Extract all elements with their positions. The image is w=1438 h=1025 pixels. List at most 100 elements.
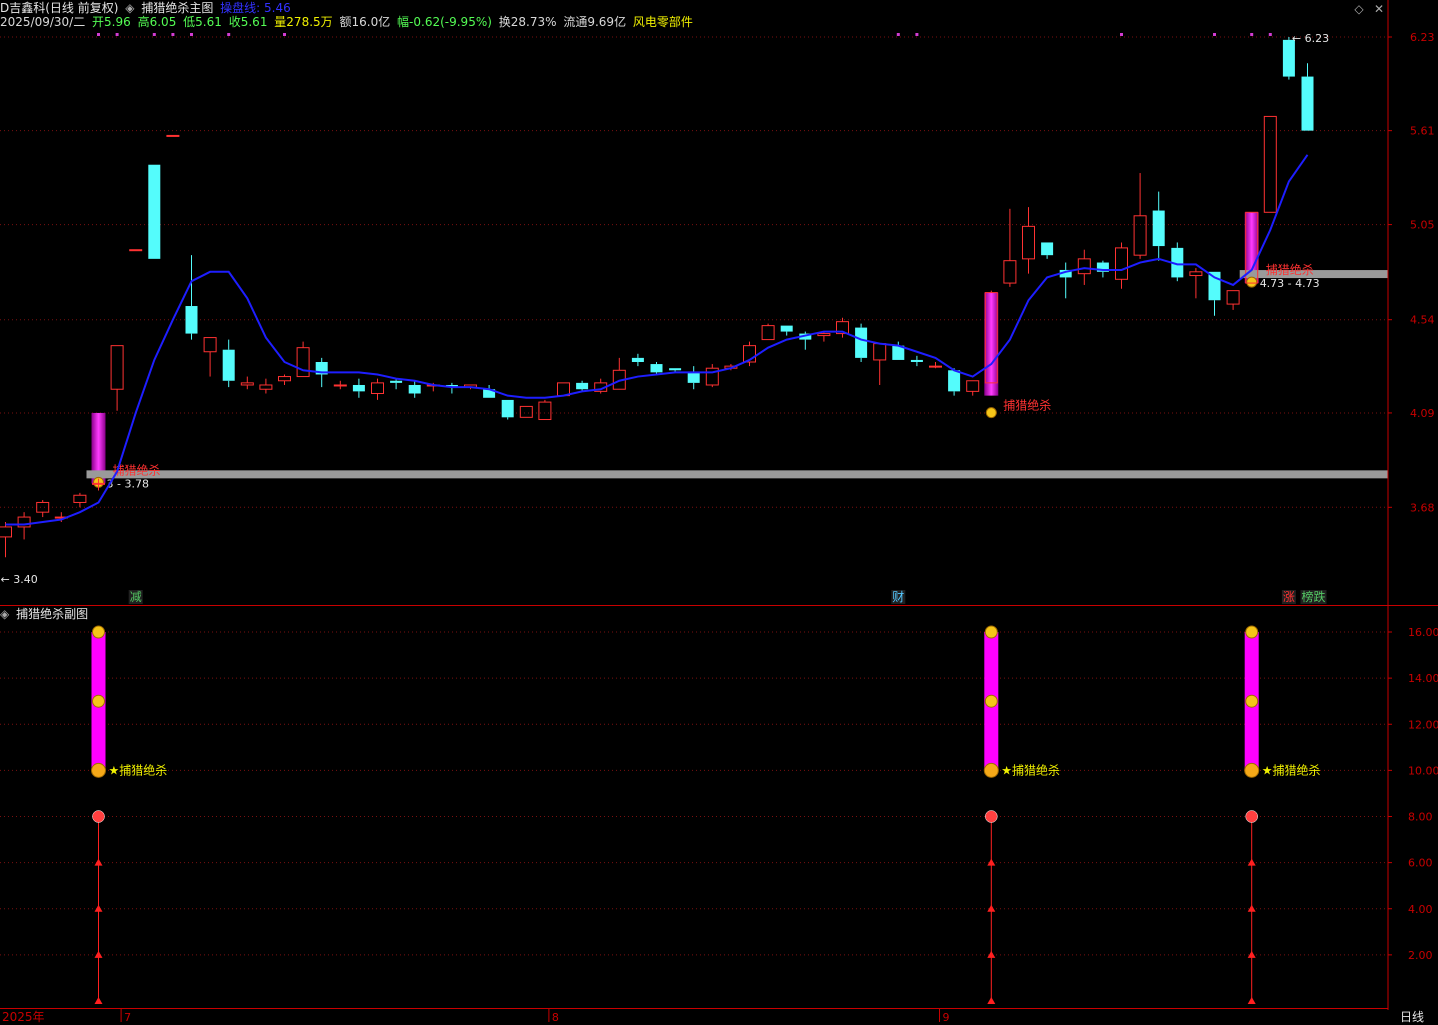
signal-label: 捕猎绝杀 (1003, 398, 1051, 413)
signal-bars (91, 212, 1259, 484)
ma-polyline (5, 154, 1309, 526)
money-bag-icon (984, 694, 998, 708)
candle-body (929, 365, 942, 368)
money-bag-icon (92, 625, 105, 639)
sub-arrow (1247, 997, 1256, 1004)
sub-signal-label: ★捕猎绝杀 (1001, 762, 1060, 777)
candle-body (390, 380, 403, 383)
candle-body (222, 349, 235, 381)
chart-labels: ← 6.23 ← 3.40 减 财 涨榜跌 (1, 32, 1329, 604)
event-tag: 榜跌 (1302, 589, 1326, 604)
sub-red-marker (92, 810, 105, 823)
candle-body (576, 382, 589, 390)
top-marker-dot (115, 33, 119, 36)
sub-tick-label: 14.00 (1408, 672, 1438, 685)
candles (0, 37, 1314, 558)
up-chevron-icon (983, 762, 999, 778)
candle-body (1152, 210, 1165, 247)
candle-body (687, 372, 700, 383)
candle-body (203, 337, 217, 353)
sub-tick-label: 16.00 (1408, 626, 1438, 639)
candle-body (669, 368, 682, 371)
sub-red-marker (985, 810, 998, 823)
candle-body (408, 384, 421, 394)
main-tick-label: 4.09 (1410, 407, 1435, 420)
top-marker-dot (1120, 33, 1123, 36)
x-tick-label: 7 (124, 1011, 131, 1024)
sub-arrow (94, 997, 103, 1004)
candle-body (1115, 247, 1128, 280)
top-marker-dot (97, 33, 100, 36)
candle-body (352, 384, 365, 392)
candle-body (1226, 290, 1240, 305)
candle-body (855, 327, 868, 358)
event-tag: 财 (892, 590, 904, 604)
sub-arrow (94, 858, 103, 866)
top-marker-dot (1268, 33, 1272, 36)
sub-tick-label: 12.00 (1408, 718, 1438, 731)
candle-body (1282, 39, 1295, 77)
top-marker-dot (896, 33, 900, 36)
money-bag-icon (984, 625, 998, 639)
sub-signal-label: ★捕猎绝杀 (1262, 762, 1321, 777)
top-marker-dot (152, 33, 156, 36)
candle-body (1003, 260, 1017, 284)
candle-body (501, 399, 514, 418)
sub-arrow (94, 950, 103, 958)
candle-body (817, 333, 831, 337)
candle-body (333, 384, 347, 387)
support-line (86, 470, 1388, 479)
candle-body (36, 501, 50, 513)
candle-body (185, 306, 198, 334)
sub-tick-label: 6.00 (1408, 857, 1433, 870)
candle-body (0, 526, 12, 538)
top-marker-dot (171, 33, 175, 36)
chart-window: D吉鑫科(日线 前复权) ◈ 捕猎绝杀主图 操盘线: 5.46 2025/09/… (0, 0, 1438, 1024)
sub-tick-label: 8.00 (1408, 811, 1433, 824)
candle-body (371, 382, 384, 394)
money-bag-icon (985, 407, 997, 419)
ma-line (5, 154, 1309, 526)
candle-body (780, 325, 793, 332)
top-marker-dot (1213, 33, 1216, 36)
main-tick-label: 6.23 (1410, 31, 1435, 44)
x-tick-label: 8 (552, 1011, 559, 1024)
signal-label: 捕猎绝杀 (1266, 262, 1314, 277)
candle-body (650, 364, 663, 373)
money-bag-icon (1246, 276, 1258, 288)
period-label[interactable]: 日线 (1400, 1010, 1424, 1025)
candle-body (761, 325, 775, 341)
up-chevron-icon (1244, 762, 1260, 778)
candle-body (910, 359, 923, 363)
main-tick-label: 5.61 (1410, 125, 1435, 138)
candle-body (129, 249, 143, 252)
candle-body (1208, 271, 1221, 301)
support-label: 4.73 - 4.73 (1260, 277, 1320, 290)
candle-body (92, 482, 105, 485)
extreme-label: ← 3.40 (1, 573, 38, 586)
candle-body (240, 382, 254, 386)
candle-body (1133, 215, 1147, 256)
up-chevron-icon (91, 762, 106, 778)
sub-tick-label: 4.00 (1408, 903, 1433, 916)
candle-body (1301, 76, 1314, 131)
candle-body (110, 345, 124, 390)
signal-bar (984, 292, 999, 396)
sub-tick-label: 10.00 (1408, 764, 1438, 777)
axes: 6.23 5.61 5.05 4.54 4.09 3.68 16.00 14.00 12.00 1… (0, 0, 1438, 1024)
event-tag: 减 (130, 590, 142, 604)
money-bag-icon (1245, 625, 1259, 639)
candle-body (1041, 242, 1054, 256)
candle-body (873, 343, 887, 361)
candle-body (966, 380, 980, 392)
sub-red-marker (1245, 810, 1258, 823)
sub-signal-label: ★捕猎绝杀 (109, 762, 168, 777)
x-tick-label: 9 (943, 1011, 950, 1024)
candle-body (148, 164, 161, 259)
candle-body (166, 134, 180, 137)
sub-arrow (94, 904, 103, 912)
candle-body (278, 376, 291, 382)
candle-body (631, 357, 644, 363)
top-marker-dot (190, 33, 193, 36)
chart-canvas[interactable]: 3 - 3.78捕猎绝杀4.73 - 4.73捕猎绝杀捕猎绝杀 ← 6.23← … (0, 0, 1438, 1024)
